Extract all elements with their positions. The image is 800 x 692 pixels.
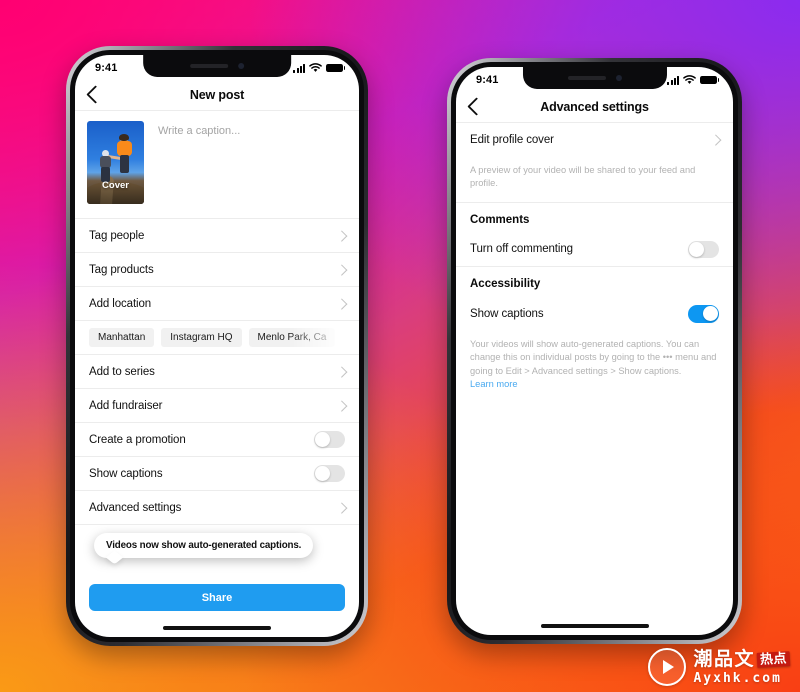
show-captions-toggle[interactable]	[688, 305, 719, 323]
location-chip-menlo-park[interactable]: Menlo Park, Ca	[248, 328, 336, 347]
row-add-to-series[interactable]: Add to series	[75, 355, 359, 389]
row-label: Add location	[89, 297, 152, 310]
row-label: Create a promotion	[89, 433, 186, 446]
location-chip-instagram-hq[interactable]: Instagram HQ	[161, 328, 242, 347]
chevron-right-icon	[335, 264, 347, 275]
home-indicator	[540, 624, 649, 628]
play-button-icon	[648, 648, 687, 686]
chevron-right-icon	[335, 230, 347, 241]
learn-more-link[interactable]: Learn more	[470, 379, 518, 389]
status-bar: 9:41	[456, 67, 733, 91]
watermark-url: Ayxhk.com	[693, 670, 782, 686]
row-add-fundraiser[interactable]: Add fundraiser	[75, 389, 359, 423]
row-label: Advanced settings	[89, 501, 182, 514]
row-label: Show captions	[89, 467, 163, 480]
cover-label: Cover	[102, 180, 129, 191]
page-title: Advanced settings	[540, 99, 649, 114]
show-captions-helper-text: Your videos will show auto-generated cap…	[456, 331, 733, 403]
row-show-captions[interactable]: Show captions	[75, 457, 359, 491]
row-label: Show captions	[470, 307, 544, 320]
cover-person-right	[117, 134, 132, 173]
chevron-right-icon	[335, 298, 347, 309]
row-tag-products[interactable]: Tag products	[75, 253, 359, 287]
watermark-brand-row: 潮品文 热点	[693, 647, 791, 670]
screenshot-stage: 9:41 New post Cover Write a caption... T…	[0, 0, 800, 692]
row-label: Turn off commenting	[470, 243, 573, 256]
captions-tooltip: Videos now show auto-generated captions.	[94, 533, 314, 558]
status-icons	[293, 63, 346, 73]
phone-right-advanced-settings: 9:41 Advanced settings Edit profile cove…	[447, 58, 742, 644]
create-promotion-toggle[interactable]	[314, 430, 345, 449]
phone-left-screen: 9:41 New post Cover Write a caption... T…	[75, 55, 359, 637]
cover-thumbnail[interactable]: Cover	[87, 121, 144, 204]
caption-composer: Cover Write a caption...	[75, 111, 359, 219]
accessibility-section-heading: Accessibility	[470, 277, 541, 290]
watermark-brand-cn: 潮品文	[693, 647, 755, 670]
profile-cover-helper-text: A preview of your video will be shared t…	[456, 157, 733, 203]
watermark-stamp-cn: 热点	[756, 650, 791, 668]
comments-section-heading: Comments	[470, 213, 530, 226]
row-label: Edit profile cover	[470, 134, 554, 146]
row-tag-people[interactable]: Tag people	[75, 219, 359, 253]
cellular-bars-icon	[667, 75, 679, 85]
nav-bar: New post	[75, 79, 359, 111]
location-suggestions: Manhattan Instagram HQ Menlo Park, Ca	[75, 321, 359, 355]
row-label: Tag people	[89, 229, 145, 242]
phone-left-bezel: 9:41 New post Cover Write a caption... T…	[70, 50, 364, 642]
caption-input[interactable]: Write a caption...	[158, 121, 347, 204]
status-time: 9:41	[476, 74, 499, 86]
phone-right-bezel: 9:41 Advanced settings Edit profile cove…	[451, 62, 738, 640]
phone-left-new-post: 9:41 New post Cover Write a caption... T…	[66, 46, 368, 646]
status-time: 9:41	[95, 62, 118, 74]
page-title: New post	[189, 87, 245, 102]
location-chip-manhattan[interactable]: Manhattan	[89, 328, 155, 347]
share-button-container: Share	[75, 584, 359, 611]
share-button[interactable]: Share	[89, 584, 345, 611]
watermark: 潮品文 热点 Ayxhk.com	[648, 647, 791, 686]
cellular-bars-icon	[293, 63, 305, 73]
status-bar: 9:41	[75, 55, 359, 79]
home-indicator	[163, 626, 271, 630]
wifi-icon	[683, 75, 696, 84]
chevron-right-icon	[335, 400, 347, 411]
nav-bar: Advanced settings	[456, 91, 733, 123]
new-post-content: Cover Write a caption... Tag people Tag …	[75, 111, 359, 525]
row-advanced-settings[interactable]: Advanced settings	[75, 491, 359, 525]
cover-person-left	[99, 150, 112, 182]
row-show-captions[interactable]: Show captions	[456, 297, 733, 331]
row-create-promotion[interactable]: Create a promotion	[75, 423, 359, 457]
row-edit-profile-cover[interactable]: Edit profile cover	[456, 123, 733, 157]
turn-off-commenting-toggle[interactable]	[688, 240, 719, 259]
watermark-text: 潮品文 热点 Ayxhk.com	[693, 647, 791, 686]
show-captions-toggle[interactable]	[314, 464, 345, 483]
row-add-location[interactable]: Add location	[75, 287, 359, 321]
row-turn-off-commenting[interactable]: Turn off commenting	[456, 233, 733, 267]
battery-full-icon	[326, 63, 346, 73]
wifi-icon	[309, 63, 322, 72]
chevron-right-icon	[709, 134, 721, 146]
battery-full-icon	[700, 75, 720, 85]
chevron-right-icon	[335, 366, 347, 377]
status-icons	[667, 75, 720, 85]
advanced-settings-content: Edit profile cover A preview of your vid…	[456, 123, 733, 403]
phone-right-screen: 9:41 Advanced settings Edit profile cove…	[456, 67, 733, 635]
row-label: Tag products	[89, 263, 154, 276]
row-label: Add fundraiser	[89, 399, 163, 412]
chevron-right-icon	[335, 502, 347, 513]
helper-body: Your videos will show auto-generated cap…	[470, 338, 717, 376]
row-label: Add to series	[89, 365, 155, 378]
